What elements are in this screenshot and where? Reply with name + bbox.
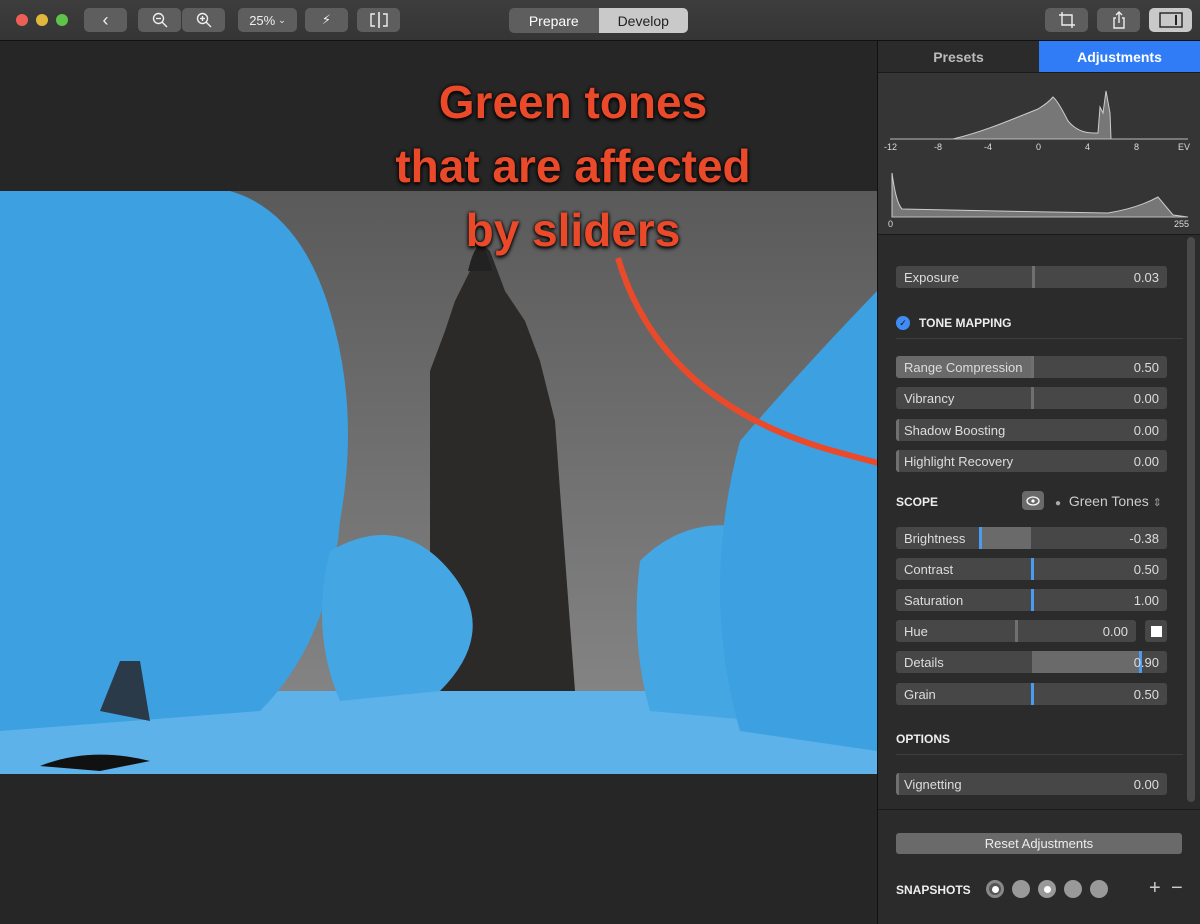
slider-label: Vibrancy (904, 391, 955, 406)
slider-label: Brightness (904, 531, 966, 546)
options-header: OPTIONS (896, 732, 951, 746)
tone-mapping-toggle[interactable]: ✓ (896, 316, 910, 330)
slider-value: -0.38 (1129, 531, 1159, 546)
tab-presets[interactable]: Presets (878, 41, 1039, 72)
ev-tick: 8 (1134, 142, 1140, 152)
slider-vibrancy[interactable]: Vibrancy 0.00 (896, 387, 1167, 409)
show-mask-button[interactable] (1022, 491, 1044, 510)
slider-range-compression[interactable]: Range Compression 0.50 (896, 356, 1167, 378)
slider-contrast[interactable]: Contrast 0.50 (896, 558, 1167, 580)
slider-handle[interactable] (896, 450, 899, 472)
add-snapshot-button[interactable]: + (1149, 877, 1161, 900)
dot-icon: ● (1055, 498, 1062, 509)
lum-tick: 255 (1174, 219, 1190, 229)
slider-label: Saturation (904, 593, 964, 608)
scope-selector[interactable]: ● Green Tones ⇕ (1055, 493, 1162, 509)
slider-handle[interactable] (1030, 683, 1034, 705)
scope-header: SCOPE (896, 495, 939, 509)
slider-hue[interactable]: Hue 0.00 (896, 620, 1136, 642)
slider-handle[interactable] (896, 419, 899, 441)
snapshot-slot[interactable] (986, 880, 1004, 898)
slider-label: Grain (904, 687, 936, 702)
slider-label: Highlight Recovery (904, 454, 1014, 469)
slider-label: Range Compression (904, 360, 1023, 375)
slider-handle[interactable] (1030, 356, 1034, 378)
slider-value: 0.50 (1133, 562, 1159, 577)
slider-value: 0.00 (1133, 777, 1159, 792)
slider-label: Hue (904, 624, 928, 639)
tone-mapping-header: TONE MAPPING (919, 316, 1012, 330)
slider-handle[interactable] (979, 527, 982, 549)
remove-snapshot-button[interactable]: − (1171, 877, 1183, 900)
slider-label: Vignetting (904, 777, 962, 792)
slider-value: 0.50 (1133, 360, 1159, 375)
hue-color-swatch[interactable] (1145, 620, 1167, 642)
slider-saturation[interactable]: Saturation 1.00 (896, 589, 1167, 611)
ev-tick: -4 (984, 142, 993, 152)
histogram: -12 -8 -4 0 4 8 EV 0 255 (878, 73, 1200, 235)
slider-value: 0.00 (1133, 454, 1159, 469)
slider-value: 1.00 (1133, 593, 1159, 608)
ev-tick: 0 (1036, 142, 1042, 152)
tab-adjustments[interactable]: Adjustments (1039, 41, 1200, 72)
slider-handle[interactable] (896, 773, 899, 795)
snapshot-slot[interactable] (1064, 880, 1082, 898)
slider-vignetting[interactable]: Vignetting 0.00 (896, 773, 1167, 795)
slider-handle[interactable] (1031, 266, 1035, 288)
histogram-graph (890, 90, 1189, 218)
ev-unit: EV (1178, 142, 1191, 152)
snapshot-slot[interactable] (1090, 880, 1108, 898)
lum-tick: 0 (888, 219, 894, 229)
slider-highlight-recovery[interactable]: Highlight Recovery 0.00 (896, 450, 1167, 472)
sidebar: Presets Adjustments -12 -8 -4 0 4 8 EV 0… (877, 41, 1200, 924)
slider-handle[interactable] (1015, 620, 1018, 642)
ev-tick: 4 (1085, 142, 1091, 152)
snapshot-slot[interactable] (1012, 880, 1030, 898)
slider-value: 0.00 (1133, 391, 1159, 406)
slider-exposure[interactable]: Exposure 0.03 (896, 266, 1167, 288)
slider-fill (980, 527, 1032, 549)
reset-adjustments-button[interactable]: Reset Adjustments (896, 833, 1182, 854)
ev-tick: -8 (934, 142, 943, 152)
slider-label: Shadow Boosting (904, 423, 1006, 438)
slider-value: 0.00 (1102, 624, 1128, 639)
updown-chevron-icon: ⇕ (1152, 497, 1162, 509)
slider-value: 0.00 (1133, 423, 1159, 438)
ev-tick: -12 (884, 142, 898, 152)
slider-label: Exposure (904, 270, 959, 285)
slider-grain[interactable]: Grain 0.50 (896, 683, 1167, 705)
snapshot-slot[interactable] (1038, 880, 1056, 898)
slider-fill (1031, 651, 1140, 673)
slider-handle[interactable] (1030, 387, 1034, 409)
scrollbar[interactable] (1187, 237, 1195, 802)
slider-shadow-boosting[interactable]: Shadow Boosting 0.00 (896, 419, 1167, 441)
slider-label: Contrast (904, 562, 954, 577)
scope-value: Green Tones (1068, 493, 1149, 509)
slider-value: 0.03 (1133, 270, 1159, 285)
slider-label: Details (904, 655, 944, 670)
slider-handle[interactable] (1030, 589, 1034, 611)
slider-brightness[interactable]: Brightness -0.38 (896, 527, 1167, 549)
slider-value: 0.90 (1133, 655, 1159, 670)
eye-icon (1026, 495, 1040, 506)
snapshots-header: SNAPSHOTS (896, 883, 971, 897)
checkmark-icon: ✓ (899, 318, 907, 328)
slider-value: 0.50 (1133, 687, 1159, 702)
slider-details[interactable]: Details 0.90 (896, 651, 1167, 673)
slider-handle[interactable] (1030, 558, 1034, 580)
